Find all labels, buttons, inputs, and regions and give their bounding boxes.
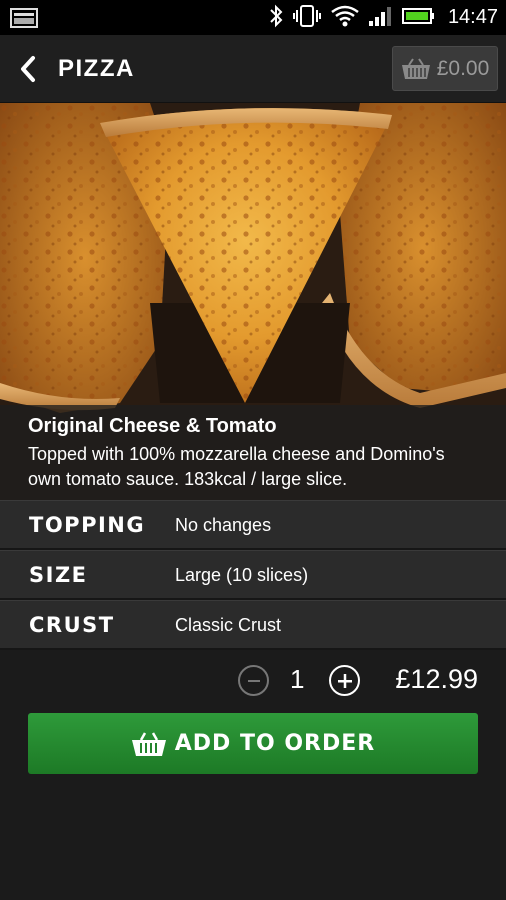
chevron-left-icon [21,56,35,82]
option-crust[interactable]: CRUST Classic Crust [0,600,506,650]
option-size[interactable]: SIZE Large (10 slices) [0,550,506,600]
product-caption: Original Cheese & Tomato Topped with 100… [0,405,506,500]
product-name: Original Cheese & Tomato [28,415,277,437]
product-description: Topped with 100% mozzarella cheese and D… [28,444,445,489]
screenshot-icon [10,8,38,32]
wifi-icon [330,4,360,32]
vibrate-icon [292,4,322,32]
basket-button[interactable]: £0.00 [392,46,498,91]
option-value: Classic Crust [175,615,282,635]
decrease-quantity-button[interactable] [238,665,269,696]
add-to-order-label: ADD TO ORDER [174,731,376,756]
options-list: TOPPING No changes SIZE Large (10 slices… [0,500,506,650]
plus-icon [337,673,352,688]
minus-icon [247,679,260,682]
page-title: PIZZA [58,55,135,82]
price: £12.99 [395,664,478,694]
basket-total: £0.00 [436,56,490,80]
option-value: No changes [175,515,272,535]
battery-icon [401,6,436,30]
option-label: SIZE [29,563,88,587]
product-image: Original Cheese & Tomato Topped with 100… [0,103,506,500]
bluetooth-icon [268,4,284,32]
status-bar: 14:47 [0,0,506,35]
basket-icon [131,731,166,756]
quantity-row: 1 £12.99 [0,650,506,712]
quantity-value: 1 [290,664,305,694]
basket-icon [401,57,430,79]
increase-quantity-button[interactable] [329,665,360,696]
option-label: TOPPING [29,513,146,537]
option-topping[interactable]: TOPPING No changes [0,500,506,550]
signal-icon [368,5,394,31]
back-button[interactable] [12,53,44,85]
option-value: Large (10 slices) [175,565,309,585]
add-to-order-button[interactable]: ADD TO ORDER [28,713,478,774]
option-label: CRUST [29,613,115,637]
app-header: PIZZA £0.00 [0,35,506,103]
status-time: 14:47 [447,6,498,28]
